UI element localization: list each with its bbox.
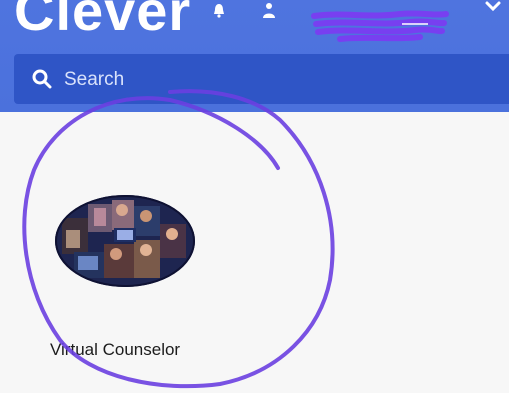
- app-label: Virtual Counselor: [50, 340, 181, 359]
- clever-logo[interactable]: Clever: [14, 0, 191, 43]
- search-icon: [32, 69, 52, 89]
- redaction-scribble: [311, 10, 449, 42]
- top-header: Clever Search: [0, 0, 509, 112]
- search-input[interactable]: Search: [14, 54, 509, 104]
- app-collage-icon[interactable]: [54, 194, 196, 288]
- search-placeholder: Search: [64, 69, 125, 90]
- bell-icon[interactable]: [212, 4, 226, 18]
- chevron-down-icon[interactable]: [484, 0, 502, 14]
- user-icon[interactable]: [262, 2, 276, 18]
- app-tile-virtual-counselor[interactable]: Virtual Counselor: [46, 186, 216, 376]
